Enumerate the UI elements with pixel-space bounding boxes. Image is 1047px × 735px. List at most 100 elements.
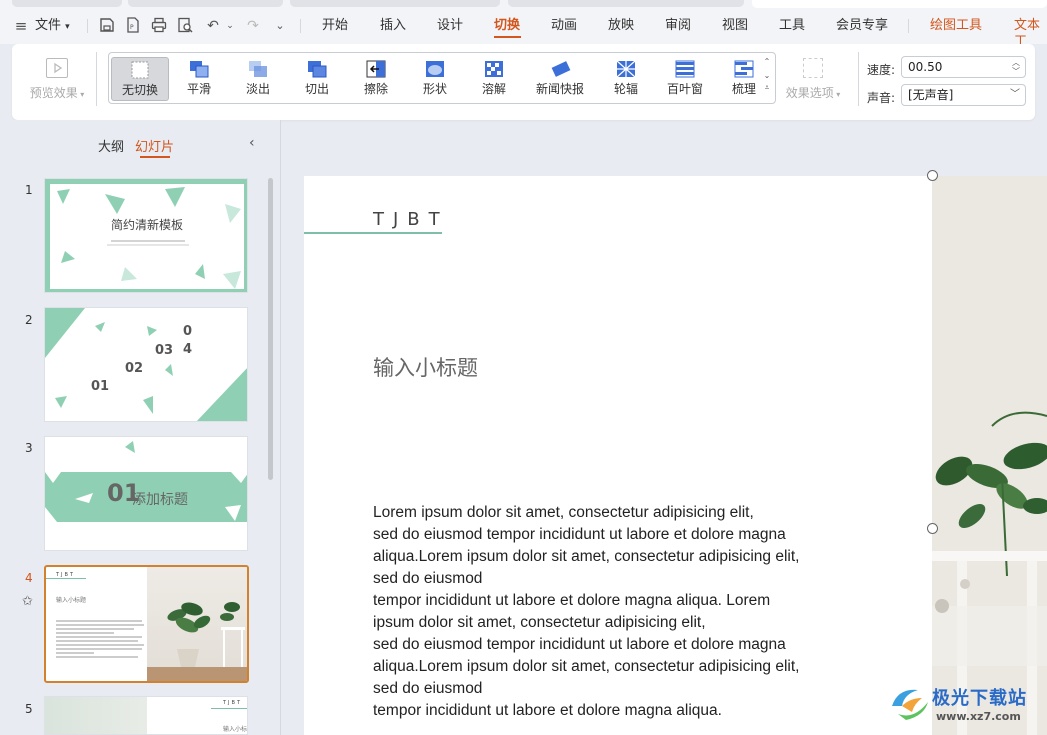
tab-slideshow[interactable]: 放映 (608, 18, 634, 34)
export-icon[interactable]: P (124, 17, 142, 35)
effect-options-icon (803, 58, 823, 78)
slide-thumbnail-3[interactable]: 01 添加标题 (44, 436, 248, 551)
slide-1-graphic (45, 179, 247, 292)
slide-4-photo (147, 567, 247, 681)
slide-body-text[interactable]: Lorem ipsum dolor sit amet, consectetur … (373, 502, 873, 722)
effect-options-button[interactable]: 效果选项 ▾ (780, 58, 846, 101)
body-line: sed do eiusmod (373, 570, 483, 587)
slide-photo[interactable] (932, 176, 1047, 735)
slide-thumbnail-4[interactable]: TJBT 输入小标题 (44, 565, 249, 683)
body-line: aliqua.Lorem ipsum dolor sit amet, conse… (373, 658, 800, 675)
speed-input[interactable]: 00.50 ︿ ﹀ (901, 56, 1026, 78)
slide-subtitle[interactable]: 输入小标题 (373, 352, 478, 382)
tab-review[interactable]: 审阅 (665, 18, 691, 34)
slide-4-body-lines (56, 620, 144, 658)
window-tab[interactable] (12, 0, 122, 7)
redo-icon[interactable]: ↷ (244, 17, 262, 35)
transition-smooth[interactable]: 平滑 (170, 57, 228, 101)
slide-5-photo (45, 697, 147, 734)
transition-shape[interactable]: 形状 (406, 57, 464, 101)
title-underline (304, 232, 442, 234)
slide-5-title: TJBT (223, 700, 243, 706)
more-chevron-icon[interactable]: ⌄ (271, 17, 289, 35)
body-line: tempor incididunt ut labore et dolore ma… (373, 592, 771, 609)
save-icon[interactable] (98, 17, 116, 35)
ribbon: 预览效果 ▾ 无切换 平滑 淡出 切出 擦除 形状 溶解 新闻快报 轮辐 百叶窗… (12, 44, 1035, 120)
transition-wipe[interactable]: 擦除 (347, 57, 405, 101)
tab-insert[interactable]: 插入 (380, 18, 406, 34)
preview-effect-button[interactable]: 预览效果 ▾ (26, 58, 88, 101)
collapse-panel-icon[interactable]: ‹ (249, 135, 255, 151)
watermark-logo: 极光下载站 www.xz7.com (888, 682, 1038, 728)
print-icon[interactable] (150, 17, 168, 35)
transition-fade[interactable]: 淡出 (229, 57, 287, 101)
scroll-up-icon[interactable]: ⌃ (761, 55, 773, 69)
newsflash-transition-icon (550, 60, 571, 78)
body-line: sed do eiusmod (373, 680, 483, 697)
comb-transition-icon (734, 60, 754, 78)
slide-number-current: 4 (25, 571, 33, 585)
slide-2-item: 01 (91, 379, 110, 394)
sound-select[interactable]: [无声音] ﹀ (901, 84, 1026, 106)
chevron-down-icon: ﹀ (1010, 89, 1020, 100)
slides-tab-underline (140, 156, 170, 158)
transition-newsflash[interactable]: 新闻快报 (527, 57, 593, 101)
window-tab-active[interactable] (752, 0, 1047, 8)
slide-number: 1 (25, 183, 33, 197)
resize-handle-middle[interactable] (927, 523, 938, 534)
transition-cut[interactable]: 切出 (288, 57, 346, 101)
shape-transition-icon (425, 60, 445, 78)
none-transition-icon (130, 61, 150, 79)
transition-spokes[interactable]: 轮辐 (597, 57, 655, 101)
transition-blinds[interactable]: 百叶窗 (656, 57, 714, 101)
body-line: tempor incididunt ut labore et dolore ma… (373, 702, 722, 719)
slide-2-item: 02 (125, 361, 144, 376)
spinner-icon[interactable]: ︿ ﹀ (1012, 58, 1020, 76)
star-icon[interactable]: ✩ (22, 594, 33, 609)
tab-tools[interactable]: 工具 (779, 18, 805, 34)
tab-member[interactable]: 会员专享 (836, 18, 888, 34)
watermark-url: www.xz7.com (936, 710, 1021, 723)
tab-view[interactable]: 视图 (722, 18, 748, 34)
panel-scrollbar[interactable] (268, 178, 273, 480)
chevron-down-icon[interactable]: ⌄ (221, 17, 239, 35)
tab-animation[interactable]: 动画 (551, 18, 577, 34)
slide-5-subtitle: 输入小标题 (223, 726, 248, 733)
gallery-scroll[interactable]: ⌃ ⌄ ⩡ (761, 55, 773, 103)
window-tab[interactable] (290, 0, 500, 7)
file-menu[interactable]: 文件 ▾ (35, 18, 70, 35)
dissolve-transition-icon (484, 60, 504, 78)
hamburger-icon[interactable]: ≡ (12, 17, 30, 35)
transition-dissolve[interactable]: 溶解 (465, 57, 523, 101)
tab-outline[interactable]: 大纲 (98, 136, 124, 155)
undo-icon[interactable]: ↶ (204, 17, 222, 35)
body-line: ipsum dolor sit amet, consectetur adipis… (373, 614, 706, 631)
tab-slides[interactable]: 幻灯片 (135, 136, 174, 155)
slide-thumbnail-5[interactable]: TJBT 输入小标题 (44, 696, 248, 735)
wipe-transition-icon (366, 60, 386, 78)
slide-2-item: 03 (155, 343, 174, 358)
blinds-transition-icon (675, 60, 695, 78)
expand-gallery-icon[interactable]: ⩡ (761, 83, 773, 93)
smooth-transition-icon (189, 60, 209, 78)
resize-handle-top[interactable] (927, 170, 938, 181)
tab-transitions[interactable]: 切换 (494, 18, 520, 34)
preview-icon (46, 58, 68, 78)
body-line: sed do eiusmod tempor incididunt ut labo… (373, 526, 786, 543)
tab-drawing-tools[interactable]: 绘图工具 (930, 18, 982, 34)
svg-text:P: P (130, 24, 134, 31)
body-line: aliqua.Lorem ipsum dolor sit amet, conse… (373, 548, 800, 565)
tab-start[interactable]: 开始 (322, 18, 348, 34)
window-tab[interactable] (508, 0, 744, 7)
slide-number: 5 (25, 702, 33, 716)
slide-title[interactable]: TJBT (373, 209, 449, 230)
body-line: Lorem ipsum dolor sit amet, consectetur … (373, 504, 754, 521)
slide-thumbnail-2[interactable]: 0 4 03 02 01 (44, 307, 248, 422)
menu-bar: ≡ 文件 ▾ P ↶ ⌄ ↷ ⌄ 开始 插入 设计 切换 动画 放映 审阅 视图… (0, 0, 1047, 49)
window-tab[interactable] (128, 0, 283, 7)
tab-design[interactable]: 设计 (437, 18, 463, 34)
print-preview-icon[interactable] (176, 17, 194, 35)
scroll-down-icon[interactable]: ⌄ (761, 69, 773, 83)
slide-thumbnail-1[interactable]: 简约清新模板 (44, 178, 248, 293)
transition-none[interactable]: 无切换 (111, 57, 169, 101)
